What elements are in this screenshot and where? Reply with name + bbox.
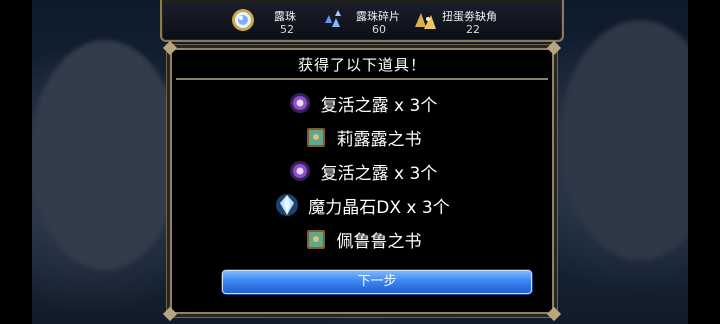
resource-value: 52: [280, 23, 294, 36]
resource-name: 扭蛋劵缺角: [442, 10, 497, 23]
crystal-icon: [276, 194, 299, 216]
purple-orb-icon: [289, 161, 310, 181]
resource-name: 露珠碎片: [356, 10, 400, 23]
resource-value: 60: [372, 23, 386, 36]
resource-name: 露珠: [274, 10, 296, 23]
dew-fragment-icon: [325, 10, 341, 27]
book-icon: [306, 128, 325, 147]
reward-item-text: 魔力晶石DX x 3个: [308, 197, 450, 218]
reward-item: 莉露露之书: [172, 122, 552, 152]
reward-item-text: 佩鲁鲁之书: [336, 231, 422, 252]
resource-value: 22: [466, 23, 480, 36]
reward-item-text: 复活之露 x 3个: [320, 163, 438, 184]
reward-item-text: 莉露露之书: [336, 129, 422, 150]
book-icon: [306, 230, 325, 249]
dew-pearl-icon: [232, 9, 254, 31]
reward-item: 魔力晶石DX x 3个: [172, 190, 552, 220]
title-divider: [176, 78, 548, 80]
next-step-button[interactable]: 下一步: [222, 270, 532, 294]
reward-item: 复活之露 x 3个: [172, 156, 552, 186]
gacha-ticket-corner-icon: [415, 13, 436, 29]
purple-orb-icon: [289, 93, 310, 113]
rock-left: [30, 40, 180, 270]
reward-item: 佩鲁鲁之书: [172, 224, 552, 254]
resource-bar: 露珠 52 露珠碎片 60 扭蛋劵缺角 22: [160, 0, 564, 42]
letterbox-left: [0, 0, 32, 324]
reward-item: 复活之露 x 3个: [172, 88, 552, 118]
reward-item-text: 复活之露 x 3个: [320, 95, 438, 116]
dialog-title: 获得了以下道具！: [297, 56, 426, 74]
reward-dialog: 获得了以下道具！ 复活之露 x 3个 莉露露之书 复活之露 x 3个 魔力晶石D…: [162, 40, 562, 322]
letterbox-right: [688, 0, 720, 324]
